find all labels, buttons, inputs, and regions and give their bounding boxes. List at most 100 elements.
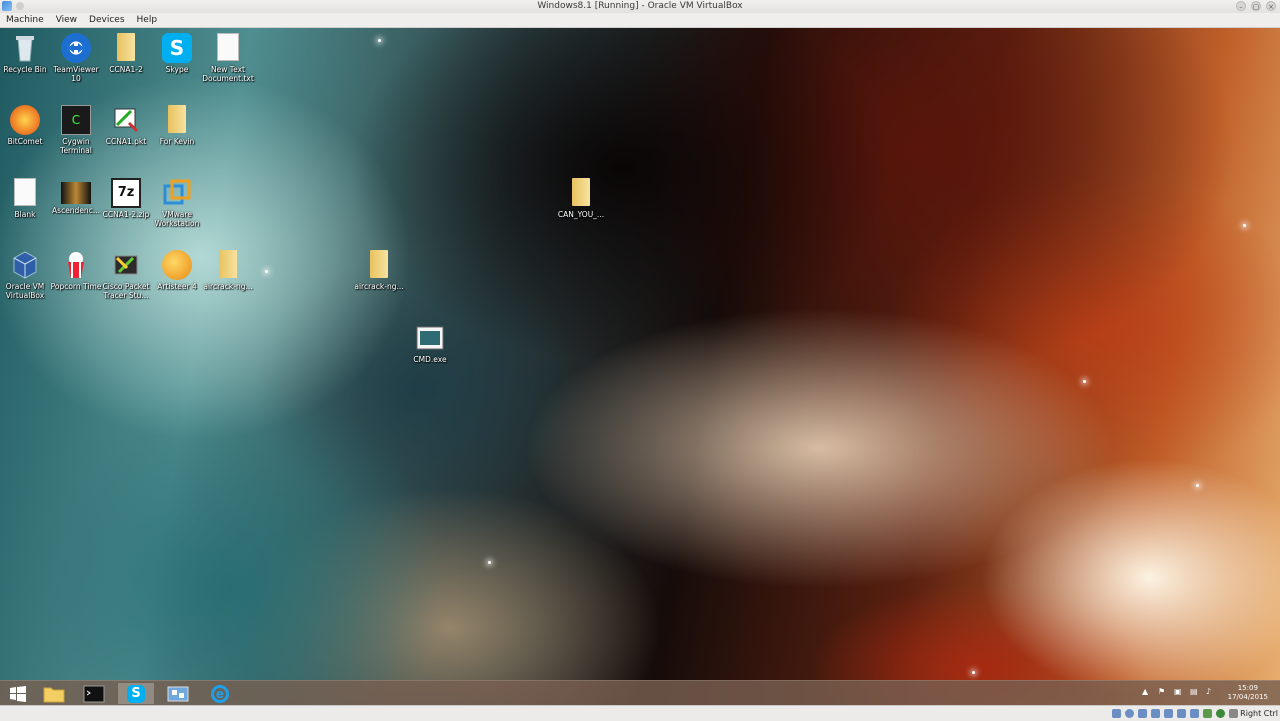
ie-icon: e	[211, 684, 229, 703]
popcorn-time-icon	[61, 250, 91, 280]
video-capture-icon[interactable]	[1203, 709, 1212, 718]
desktop-icon-cygwin-terminal[interactable]: C Cygwin Terminal	[50, 105, 102, 155]
desktop-icon-label: Recycle Bin	[3, 65, 47, 74]
usb-icon[interactable]	[1164, 709, 1173, 718]
display-icon[interactable]	[1190, 709, 1199, 718]
folder-icon	[219, 250, 237, 278]
desktop-icon-ascendenc[interactable]: Ascendenc...	[50, 178, 102, 215]
keyboard-capture-icon[interactable]	[1229, 709, 1238, 718]
audio-icon[interactable]	[1138, 709, 1147, 718]
star-decoration	[378, 39, 381, 42]
desktop-icon-label: Cisco Packet Tracer Stu...	[102, 282, 150, 300]
folder-icon	[370, 250, 388, 278]
desktop-icon-vmware-workstation[interactable]: VMware Workstation	[151, 178, 203, 228]
cygwin-icon: C	[61, 105, 91, 135]
minimize-button[interactable]: –	[1236, 1, 1246, 11]
bitcomet-icon	[10, 105, 40, 135]
taskbar-clock[interactable]: 15:09 17/04/2015	[1228, 684, 1268, 702]
start-button[interactable]	[0, 683, 36, 704]
desktop-icon-ccna1-2-zip[interactable]: 7z CCNA1-2.zip	[100, 178, 152, 219]
tray-expand-icon[interactable]: ▲	[1142, 687, 1148, 696]
mouse-integration-icon[interactable]	[1216, 709, 1225, 718]
desktop-icon-label: Skype	[165, 65, 189, 74]
desktop-icon-label: CMD.exe	[413, 355, 447, 364]
blank-file-icon	[14, 178, 36, 206]
desktop-icon-aircrack-folder-2[interactable]: aircrack-ng...	[353, 250, 405, 291]
taskbar-internet-explorer[interactable]: e	[202, 683, 238, 704]
desktop-icon-skype[interactable]: S Skype	[151, 33, 203, 74]
star-decoration	[488, 561, 491, 564]
optical-drive-icon[interactable]	[1125, 709, 1134, 718]
menu-machine[interactable]: Machine	[0, 13, 50, 27]
network-adapter-icon[interactable]	[1151, 709, 1160, 718]
desktop-icon-label: CCNA1-2.zip	[102, 210, 150, 219]
desktop-icon-label: CCNA1.pkt	[105, 137, 147, 146]
maximize-button[interactable]: ▢	[1251, 1, 1261, 11]
desktop-icon-bitcomet[interactable]: BitComet	[0, 105, 51, 146]
desktop-icon-label: CAN_YOU_...	[557, 210, 605, 219]
desktop-icon-new-text-document[interactable]: New Text Document.txt	[202, 33, 254, 83]
window-title: Windows8.1 [Running] - Oracle VM Virtual…	[537, 1, 743, 11]
network-icon	[167, 686, 189, 701]
desktop-icon-aircrack-folder-1[interactable]: aircrack-ng...	[202, 250, 254, 291]
cmd-exe-icon	[415, 323, 445, 353]
desktop-icon-can-you[interactable]: CAN_YOU_...	[555, 178, 607, 219]
recycle-bin-icon	[10, 33, 40, 63]
taskbar-skype[interactable]: S	[118, 683, 154, 704]
shared-folders-icon[interactable]	[1177, 709, 1186, 718]
hard-disk-icon[interactable]	[1112, 709, 1121, 718]
desktop-icon-recycle-bin[interactable]: Recycle Bin	[0, 33, 51, 74]
windows-taskbar: S e ▲ ⚑ ▣ ▤ ♪ 15:09 17/04/2015	[0, 680, 1280, 705]
desktop-icon-ccna1-2[interactable]: CCNA1-2	[100, 33, 152, 74]
desktop-icon-label: Ascendenc...	[52, 206, 100, 215]
menu-view[interactable]: View	[50, 13, 83, 27]
desktop-icon-label: Oracle VM VirtualBox	[5, 282, 45, 300]
desktop-icon-cmd-exe[interactable]: CMD.exe	[404, 323, 456, 364]
menu-help[interactable]: Help	[131, 13, 164, 27]
desktop-icon-for-kevin[interactable]: For Kevin	[151, 105, 203, 146]
desktop-icon-label: BitComet	[7, 137, 43, 146]
menu-devices[interactable]: Devices	[83, 13, 130, 27]
close-button[interactable]: ×	[1266, 1, 1276, 11]
windows-logo-icon	[10, 685, 26, 702]
desktop-icon-blank[interactable]: Blank	[0, 178, 51, 219]
taskbar-network-app[interactable]	[160, 683, 196, 704]
desktop-icon-oracle-vm-virtualbox[interactable]: Oracle VM VirtualBox	[0, 250, 51, 300]
desktop-icon-ccna1-pkt[interactable]: CCNA1.pkt	[100, 105, 152, 146]
desktop-icon-label: Artisteer 4	[157, 282, 197, 291]
desktop-icon-artisteer[interactable]: Artisteer 4	[151, 250, 203, 291]
image-file-icon	[61, 182, 91, 204]
star-decoration	[1243, 224, 1246, 227]
desktop-icon-label: New Text Document.txt	[202, 65, 254, 83]
desktop-icon-label: Popcorn Time	[50, 282, 102, 291]
terminal-icon	[83, 685, 105, 702]
skype-icon: S	[162, 33, 192, 63]
cisco-packet-tracer-icon	[111, 250, 141, 280]
desktop-icon-teamviewer[interactable]: TeamViewer 10	[50, 33, 102, 83]
folder-icon	[572, 178, 590, 206]
desktop-icon-cisco-packet-tracer[interactable]: Cisco Packet Tracer Stu...	[100, 250, 152, 300]
star-decoration	[972, 671, 975, 674]
guest-desktop[interactable]: Recycle Bin TeamViewer 10 CCNA1-2 S Skyp…	[0, 28, 1280, 705]
desktop-icon-label: Cygwin Terminal	[60, 137, 92, 155]
desktop-icon-label: VMware Workstation	[154, 210, 200, 228]
folder-icon	[43, 687, 65, 702]
teamviewer-icon	[61, 33, 91, 63]
tray-network-icon[interactable]: ▤	[1190, 687, 1198, 696]
menubar: Machine View Devices Help	[0, 13, 1280, 28]
packet-tracer-file-icon	[111, 105, 141, 135]
taskbar-command-prompt[interactable]	[76, 683, 112, 704]
skype-icon: S	[127, 684, 145, 703]
desktop-icon-label: CCNA1-2	[109, 65, 143, 74]
tray-volume-icon[interactable]: ♪	[1206, 687, 1211, 696]
desktop-icon-label: TeamViewer 10	[53, 65, 99, 83]
tray-device-icon[interactable]: ▣	[1174, 687, 1182, 696]
desktop-icon-label: aircrack-ng...	[354, 282, 404, 291]
desktop-icon-label: For Kevin	[159, 137, 195, 146]
star-decoration	[1083, 380, 1086, 383]
taskbar-file-explorer[interactable]	[36, 683, 72, 704]
star-decoration	[265, 270, 268, 273]
7zip-icon: 7z	[111, 178, 141, 208]
desktop-icon-popcorn-time[interactable]: Popcorn Time	[50, 250, 102, 291]
tray-flag-icon[interactable]: ⚑	[1158, 687, 1165, 696]
